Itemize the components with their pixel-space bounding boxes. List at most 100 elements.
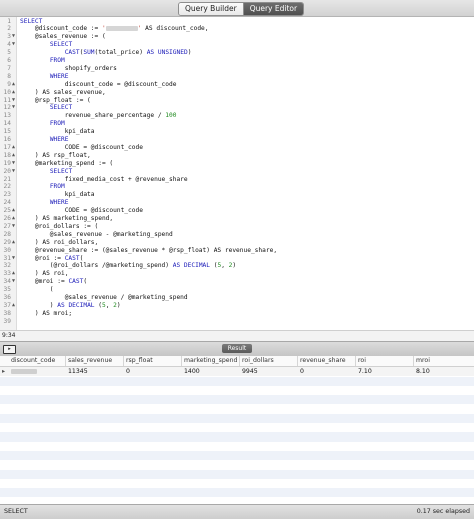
code-line[interactable]: 22 FROM bbox=[0, 183, 474, 191]
fold-open-icon[interactable]: ▼ bbox=[11, 160, 16, 168]
code-line[interactable]: 5 CAST(SUM(total_price) AS UNSIGNED) bbox=[0, 49, 474, 57]
line-number: 20 bbox=[3, 167, 11, 175]
code-line[interactable]: 33 ▲ ) AS roi, bbox=[0, 270, 474, 278]
table-cell[interactable]: 1400 bbox=[184, 367, 200, 377]
code-line[interactable]: 34 ▼ @mroi := CAST( bbox=[0, 278, 474, 286]
code-line[interactable]: 8 WHERE bbox=[0, 73, 474, 81]
fold-close-icon[interactable]: ▲ bbox=[11, 215, 16, 223]
line-number: 14 bbox=[3, 120, 11, 128]
column-header[interactable]: roi bbox=[358, 356, 366, 366]
empty-row bbox=[0, 386, 474, 395]
table-cell[interactable]: 11345 bbox=[68, 367, 88, 377]
code-line[interactable]: 9 ▲ discount_code = @discount_code bbox=[0, 81, 474, 89]
code-line[interactable]: 32 (@roi_dollars /@marketing_spend) AS D… bbox=[0, 262, 474, 270]
code-line[interactable]: 2 @discount_code := ' ' AS discount_code, bbox=[0, 25, 474, 33]
table-cell[interactable]: 8.10 bbox=[416, 367, 430, 377]
column-header[interactable]: sales_revenue bbox=[68, 356, 112, 366]
code-text: @rsp_float := ( bbox=[20, 96, 91, 104]
fold-open-icon[interactable]: ▼ bbox=[11, 41, 16, 49]
code-line[interactable]: 18 ▲ ) AS rsp_float, bbox=[0, 152, 474, 160]
line-number: 15 bbox=[3, 128, 11, 136]
code-line[interactable]: 20 ▼ SELECT bbox=[0, 168, 474, 176]
fold-open-icon[interactable]: ▼ bbox=[11, 223, 16, 231]
result-tab[interactable]: Result bbox=[222, 344, 252, 353]
row-selector-icon[interactable]: ▸ bbox=[2, 367, 5, 377]
tab-query-builder[interactable]: Query Builder bbox=[179, 3, 243, 15]
sql-editor[interactable]: 1 SELECT 2 @discount_code := ' ' AS discoun… bbox=[0, 17, 474, 330]
code-line[interactable]: 30 @revenue_share := (@sales_revenue * @… bbox=[0, 247, 474, 255]
code-line[interactable]: 37 ▲ ) AS DECIMAL (5, 2) bbox=[0, 302, 474, 310]
line-number: 29 bbox=[3, 238, 11, 246]
line-number: 7 bbox=[7, 64, 11, 72]
fold-open-icon[interactable]: ▼ bbox=[11, 33, 16, 41]
code-line[interactable]: 16 WHERE bbox=[0, 136, 474, 144]
line-number: 30 bbox=[3, 246, 11, 254]
line-number: 32 bbox=[3, 262, 11, 270]
table-row[interactable]: ▸ 11345 0 1400 9945 0 7.10 8.10 bbox=[0, 367, 474, 377]
column-header[interactable]: marketing_spend bbox=[184, 356, 237, 366]
fold-open-icon[interactable]: ▼ bbox=[11, 104, 16, 112]
code-line[interactable]: 13 revenue_share_percentage / 100 bbox=[0, 112, 474, 120]
code-line[interactable]: 25 ▲ CODE = @discount_code bbox=[0, 207, 474, 215]
code-line[interactable]: 39 bbox=[0, 318, 474, 326]
code-line[interactable]: 19 ▼ @marketing_spend := ( bbox=[0, 160, 474, 168]
code-line[interactable]: 1 SELECT bbox=[0, 18, 474, 26]
column-header[interactable]: discount_code bbox=[11, 356, 55, 366]
code-text: @marketing_spend := ( bbox=[20, 159, 114, 167]
fold-open-icon[interactable]: ▼ bbox=[11, 255, 16, 263]
code-line[interactable]: 15 kpi_data bbox=[0, 128, 474, 136]
code-line[interactable]: 10 ▲ ) AS sales_revenue, bbox=[0, 89, 474, 97]
code-text: ) AS sales_revenue, bbox=[20, 88, 106, 96]
fold-close-icon[interactable]: ▲ bbox=[11, 152, 16, 160]
fold-close-icon[interactable]: ▲ bbox=[11, 302, 16, 310]
code-text: @sales_revenue := ( bbox=[20, 33, 106, 41]
table-cell[interactable]: 0 bbox=[300, 367, 304, 377]
code-line[interactable]: 6 FROM bbox=[0, 57, 474, 65]
code-line[interactable]: 17 ▲ CODE = @discount_code bbox=[0, 144, 474, 152]
code-line[interactable]: 29 ▲ ) AS roi_dollars, bbox=[0, 239, 474, 247]
code-text: ) AS roi, bbox=[20, 270, 69, 278]
fold-open-icon[interactable]: ▼ bbox=[11, 168, 16, 176]
code-line[interactable]: 28 @sales_revenue - @marketing_spend bbox=[0, 231, 474, 239]
code-line[interactable]: 3 ▼ @sales_revenue := ( bbox=[0, 33, 474, 41]
console-icon[interactable]: ▸ bbox=[3, 345, 16, 354]
column-header[interactable]: rsp_float bbox=[126, 356, 153, 366]
line-number: 27 bbox=[3, 222, 11, 230]
line-number: 2 bbox=[7, 25, 11, 33]
code-line[interactable]: 26 ▲ ) AS marketing_spend, bbox=[0, 215, 474, 223]
code-line[interactable]: 35 ( bbox=[0, 286, 474, 294]
results-grid[interactable]: discount_code sales_revenue rsp_float ma… bbox=[0, 356, 474, 504]
tab-query-editor[interactable]: Query Editor bbox=[242, 3, 304, 15]
code-line[interactable]: 12 ▼ SELECT bbox=[0, 104, 474, 112]
code-line[interactable]: 14 FROM bbox=[0, 120, 474, 128]
line-number: 34 bbox=[3, 278, 11, 286]
code-line[interactable]: 7 shopify_orders bbox=[0, 65, 474, 73]
code-text: CAST(SUM(total_price) AS UNSIGNED) bbox=[64, 49, 192, 57]
code-line[interactable]: 38 ) AS mroi; bbox=[0, 310, 474, 318]
column-header[interactable]: roi_dollars bbox=[242, 356, 274, 366]
code-line[interactable]: 11 ▼ @rsp_float := ( bbox=[0, 97, 474, 105]
fold-close-icon[interactable]: ▲ bbox=[11, 89, 16, 97]
code-line[interactable]: 23 kpi_data bbox=[0, 191, 474, 199]
empty-row bbox=[0, 469, 474, 479]
code-line[interactable]: 21 fixed_media_cost + @revenue_share bbox=[0, 176, 474, 184]
column-header[interactable]: revenue_share bbox=[300, 356, 346, 366]
table-cell[interactable]: 0 bbox=[126, 367, 130, 377]
table-cell[interactable]: 9945 bbox=[242, 367, 258, 377]
column-header[interactable]: mroi bbox=[416, 356, 430, 366]
table-cell[interactable]: 7.10 bbox=[358, 367, 372, 377]
fold-close-icon[interactable]: ▲ bbox=[11, 144, 16, 152]
fold-close-icon[interactable]: ▲ bbox=[11, 81, 16, 89]
cursor-position-bar: 9:34 bbox=[0, 330, 474, 341]
fold-close-icon[interactable]: ▲ bbox=[11, 239, 16, 247]
code-line[interactable]: 31 ▼ @roi := CAST( bbox=[0, 255, 474, 263]
code-line[interactable]: 27 ▼ @roi_dollars := ( bbox=[0, 223, 474, 231]
fold-open-icon[interactable]: ▼ bbox=[11, 278, 16, 286]
code-line[interactable]: 36 @sales_revenue / @marketing_spend bbox=[0, 294, 474, 302]
code-line[interactable]: 4 ▼ SELECT bbox=[0, 41, 474, 49]
code-line[interactable]: 24 WHERE bbox=[0, 199, 474, 207]
toolbar: Query Builder Query Editor bbox=[0, 0, 474, 17]
fold-close-icon[interactable]: ▲ bbox=[11, 270, 16, 278]
fold-open-icon[interactable]: ▼ bbox=[11, 97, 16, 105]
fold-close-icon[interactable]: ▲ bbox=[11, 207, 16, 215]
